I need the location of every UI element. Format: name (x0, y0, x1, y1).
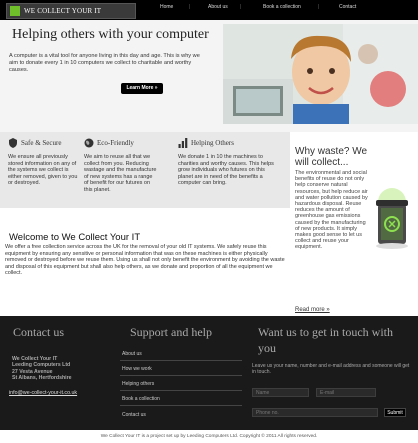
footer-link-helping-others[interactable]: Helping others (122, 381, 240, 387)
hero-banner: Helping others with your computer A comp… (0, 20, 418, 132)
footer-link-book-collection[interactable]: Book a collection (122, 396, 240, 402)
learn-more-button[interactable]: Learn More » (121, 83, 163, 94)
features-strip: Safe & Secure We ensure all previously s… (0, 132, 290, 208)
copyright-text: We Collect Your IT is a project set up b… (0, 430, 418, 443)
recycle-icon (10, 6, 20, 16)
footer-email-link[interactable]: info@we-collect-your-it.co.uk (9, 390, 77, 396)
read-more-link[interactable]: Read more » (295, 307, 330, 313)
recycling-bin-illustration (376, 188, 408, 249)
welcome-text: We offer a free collection service acros… (5, 244, 285, 276)
top-navigation-bar: WE COLLECT YOUR IT Home | About us | Boo… (0, 0, 418, 20)
hero-title: Helping others with your computer (12, 27, 209, 42)
footer-link-contact[interactable]: Contact us (122, 412, 240, 418)
name-input[interactable]: Name (252, 388, 309, 397)
feature-text: We aim to reuse all that we collect from… (84, 154, 157, 193)
welcome-title: Welcome to We Collect Your IT (9, 232, 141, 243)
feature-title: Eco-Friendly (97, 139, 134, 147)
why-waste-text: The environmental and social benefits of… (295, 170, 368, 251)
divider (120, 360, 242, 361)
why-waste-title: Why waste? We will collect... (295, 146, 368, 168)
feature-text: We ensure all previously stored informat… (8, 154, 78, 186)
nav-about-us[interactable]: About us (208, 4, 228, 10)
footer-touch-title: Want us to get in touch with you (258, 325, 394, 355)
hero-photo-child-with-computer (223, 24, 418, 124)
nav-home[interactable]: Home (160, 4, 173, 10)
address-line: Leeding Computers Ltd (12, 362, 71, 369)
recycling-bin-icon (370, 182, 414, 250)
divider (120, 390, 242, 391)
logo-text: WE COLLECT YOUR IT (24, 7, 102, 15)
nav-separator: | (240, 4, 242, 10)
email-input[interactable]: E-mail (316, 388, 376, 397)
site-logo[interactable]: WE COLLECT YOUR IT (6, 3, 136, 19)
footer-support-title: Support and help (130, 325, 212, 339)
address-line: St Albans, Hertfordshire (12, 374, 72, 381)
footer-link-about[interactable]: About us (122, 351, 240, 357)
hero-intro: A computer is a vital tool for anyone li… (9, 53, 200, 73)
footer: Contact us We Collect Your IT Leeding Co… (0, 316, 418, 430)
footer-link-how-we-work[interactable]: How we work (122, 366, 240, 372)
nav-book-collection[interactable]: Book a collection (263, 4, 301, 10)
nav-separator: | (318, 4, 320, 10)
page: WE COLLECT YOUR IT Home | About us | Boo… (0, 0, 418, 443)
shield-icon (9, 138, 17, 148)
hero-photo-illustration (223, 24, 418, 124)
submit-button[interactable]: Submit (384, 408, 406, 417)
bar-chart-icon (178, 138, 188, 148)
footer-touch-text: Leave us your name, number and e-mail ad… (252, 363, 410, 375)
feature-title: Helping Others (191, 139, 234, 147)
footer-address: We Collect Your IT Leeding Computers Ltd… (12, 356, 71, 381)
nav-separator: | (189, 4, 191, 10)
footer-contact-title: Contact us (13, 325, 64, 339)
nav-contact[interactable]: Contact (339, 4, 356, 10)
feature-text: We donate 1 in 10 the machines to charit… (178, 154, 274, 186)
globe-icon (84, 138, 94, 148)
divider (120, 405, 242, 406)
why-waste-panel: Why waste? We will collect... The enviro… (290, 132, 418, 316)
feature-title: Safe & Secure (21, 139, 62, 147)
welcome-section: Welcome to We Collect Your IT We offer a… (0, 208, 290, 312)
phone-input[interactable]: Phone no. (252, 408, 378, 417)
divider (120, 375, 242, 376)
